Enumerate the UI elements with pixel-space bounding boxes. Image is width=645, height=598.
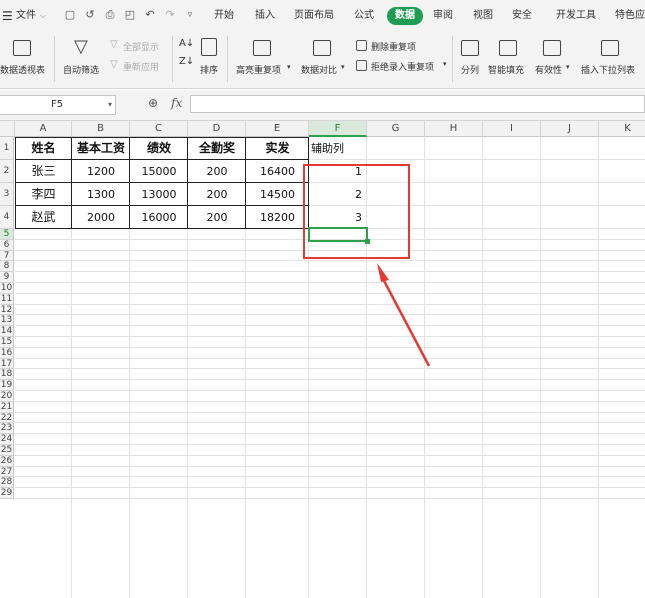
formula-input[interactable] xyxy=(190,95,645,113)
sort-icon xyxy=(201,38,217,56)
ribbon-separator xyxy=(172,36,173,82)
print-icon[interactable]: ⎙ xyxy=(104,9,116,21)
name-box[interactable]: F5 ▾ xyxy=(0,95,116,115)
delete-duplicates-icon xyxy=(356,40,367,51)
ribbon-separator xyxy=(227,36,228,82)
zoom-icon[interactable]: ⊕ xyxy=(148,96,158,110)
sort-ascending-icon: A↓ xyxy=(179,38,195,49)
tab-features[interactable]: 特色应 xyxy=(615,0,645,32)
highlight-duplicates-icon xyxy=(253,40,271,56)
tab-developer[interactable]: 开发工具 xyxy=(556,0,596,32)
menu-icon[interactable]: ☰ xyxy=(2,0,13,32)
tab-formulas[interactable]: 公式 xyxy=(354,0,374,32)
chevron-down-icon: ▾ xyxy=(341,63,345,71)
formula-bar: F5 ▾ ⊕ fx xyxy=(0,90,645,121)
tab-security[interactable]: 安全 xyxy=(512,0,532,32)
chevron-down-icon[interactable]: ⌵ xyxy=(40,0,46,32)
arrow-shaft xyxy=(380,276,431,367)
dropdown-list-icon xyxy=(601,40,619,56)
spreadsheet-grid[interactable]: ABCDEFGHIJK 1 2 3 4 5 6 7 8 9 10 11 12 13 14 15 16 17 18 1… xyxy=(0,121,645,598)
sort-descending-icon: Z↓ xyxy=(179,56,195,67)
menu-bar: ☰ 文件 ⌵ ▢ ↺ ⎙ ◰ ↶ ↷ ▿ 开始 插入 页面布局 公式 数据 审阅… xyxy=(0,0,645,32)
file-menu[interactable]: 文件 xyxy=(16,0,36,32)
undo-icon[interactable]: ↶ xyxy=(144,9,156,21)
tab-page-layout[interactable]: 页面布局 xyxy=(294,0,334,32)
save-icon[interactable]: ▢ xyxy=(64,9,76,21)
redo-icon[interactable]: ↷ xyxy=(164,9,176,21)
data-compare-icon xyxy=(313,40,331,56)
funnel-icon: ▽ xyxy=(74,36,88,57)
customize-icon[interactable]: ▿ xyxy=(184,9,196,21)
tab-home[interactable]: 开始 xyxy=(214,0,234,32)
reject-duplicates-icon xyxy=(356,60,367,71)
fx-icon[interactable]: fx xyxy=(171,96,182,110)
tab-data[interactable]: 数据 xyxy=(387,7,423,25)
funnel-small-icon: ▽ xyxy=(110,39,118,50)
undo-history-icon[interactable]: ↺ xyxy=(84,9,96,21)
tab-insert[interactable]: 插入 xyxy=(255,0,275,32)
print-preview-icon[interactable]: ◰ xyxy=(124,9,136,21)
chevron-down-icon: ▾ xyxy=(443,60,447,68)
tab-review[interactable]: 审阅 xyxy=(433,0,453,32)
chevron-down-icon: ▾ xyxy=(287,63,291,71)
split-column-icon xyxy=(461,40,479,56)
ribbon-separator xyxy=(54,36,55,82)
ribbon: 数据透视表 ▽ 自动筛选 ▽ 全部显示 ▽ 重新应用 A↓ Z↓ 排序 高亮重复… xyxy=(0,32,645,89)
funnel-small-icon: ▽ xyxy=(110,59,118,70)
annotation-arrow xyxy=(377,263,431,367)
ribbon-separator xyxy=(452,36,453,82)
smart-fill-icon xyxy=(499,40,517,56)
chevron-down-icon: ▾ xyxy=(566,63,570,71)
chevron-down-icon[interactable]: ▾ xyxy=(108,96,112,114)
pivot-table-icon xyxy=(13,40,31,56)
tab-view[interactable]: 视图 xyxy=(473,0,493,32)
name-box-value: F5 xyxy=(50,99,64,110)
validity-icon xyxy=(543,40,561,56)
